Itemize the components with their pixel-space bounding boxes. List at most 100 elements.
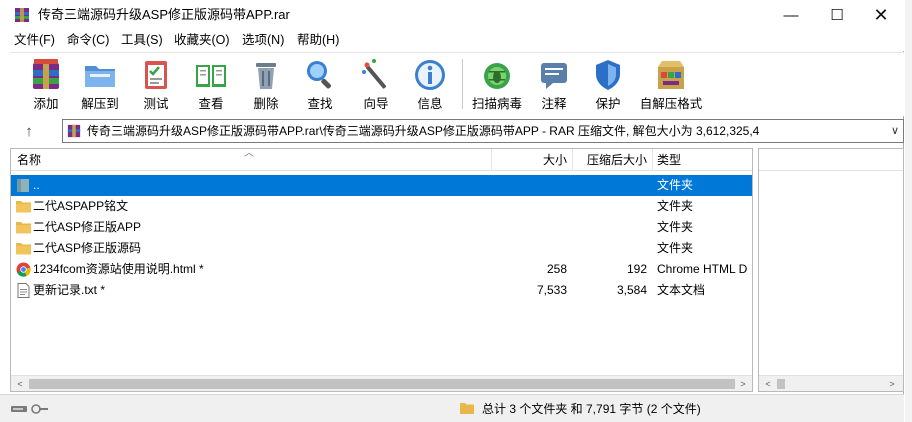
scan-virus-button[interactable]: 扫描病毒 (470, 55, 524, 113)
wizard-label: 向导 (363, 97, 389, 111)
close-button[interactable]: ✕ (858, 0, 904, 30)
file-size (491, 217, 567, 238)
file-name: 二代ASP修正版源码 (33, 241, 142, 255)
file-row[interactable]: 二代ASP修正版APP 文件夹 (11, 217, 752, 238)
menu-commands[interactable]: 命令(C) (67, 33, 109, 48)
folder-icon (460, 403, 474, 414)
menu-file[interactable]: 文件(F) (14, 33, 55, 48)
test-checklist-icon (145, 61, 167, 89)
file-row[interactable]: 二代ASP修正版源码 文件夹 (11, 238, 752, 259)
file-name: 1234fcom资源站使用说明.html * (33, 262, 204, 276)
scroll-right-arrow[interactable]: > (736, 377, 750, 391)
file-type: 文本文档 (657, 283, 706, 297)
sfx-label: 自解压格式 (639, 97, 703, 111)
comment-button[interactable]: 注释 (532, 55, 576, 113)
file-row[interactable]: 1234fcom资源站使用说明.html * 258 192 Chrome HTML … (11, 259, 752, 280)
minimize-button[interactable]: — (768, 0, 814, 30)
drive-key-icon (11, 404, 48, 414)
scroll-right-arrow[interactable]: > (885, 377, 899, 391)
file-packed-size (572, 217, 647, 238)
scan-virus-label: 扫描病毒 (471, 97, 522, 111)
trash-icon (256, 63, 276, 89)
menu-options[interactable]: 选项(N) (242, 33, 284, 48)
magnifier-icon (307, 61, 331, 89)
maximize-button[interactable]: ☐ (814, 0, 860, 30)
file-row[interactable]: 二代ASPAPP铭文 文件夹 (11, 196, 752, 217)
toolbar: 添加 解压到 测试 查看 删除 查找 向导 信息 扫描病毒 注释 保护 自解压格… (10, 52, 904, 116)
file-packed-size (572, 175, 647, 196)
info-label: 信息 (417, 97, 443, 111)
column-type[interactable]: 类型 (657, 149, 681, 171)
chevron-down-icon[interactable]: ∨ (891, 124, 899, 137)
file-type: 文件夹 (657, 199, 694, 213)
delete-label: 删除 (253, 97, 279, 111)
status-summary: 总计 3 个文件夹 和 7,791 字节 (2 个文件) (482, 402, 701, 416)
scroll-left-arrow[interactable]: < (13, 377, 27, 391)
extract-label: 解压到 (81, 97, 119, 111)
toolbar-separator (462, 59, 463, 109)
folder-icon (16, 220, 31, 235)
shield-icon (596, 60, 620, 90)
file-packed-size: 3,584 (616, 283, 647, 297)
background-window-edge (905, 0, 912, 422)
scroll-thumb[interactable] (29, 379, 735, 389)
column-divider[interactable] (652, 149, 653, 171)
window-title: 传奇三端源码升级ASP修正版源码带APP.rar (38, 7, 290, 22)
add-archive-icon (33, 59, 59, 89)
delete-button[interactable]: 删除 (244, 55, 288, 113)
protect-button[interactable]: 保护 (586, 55, 630, 113)
file-name: 更新记录.txt * (33, 283, 106, 297)
add-label: 添加 (33, 97, 59, 111)
column-size[interactable]: 大小 (491, 149, 567, 171)
file-name: 二代ASPAPP铭文 (33, 199, 129, 213)
info-pane-scrollbar[interactable]: < > (759, 375, 903, 391)
file-size (491, 175, 567, 196)
rar-archive-icon (67, 124, 81, 138)
find-label: 查找 (307, 97, 333, 111)
file-packed-size (572, 238, 647, 259)
comment-label: 注释 (541, 97, 567, 111)
file-name: .. (33, 178, 40, 192)
info-button[interactable]: 信息 (408, 55, 452, 113)
info-icon (415, 60, 445, 90)
file-row[interactable]: .. 文件夹 (11, 175, 752, 196)
title-bar[interactable]: 传奇三端源码升级ASP修正版源码带APP.rar — ☐ ✕ (0, 0, 904, 30)
column-name[interactable]: 名称 (17, 149, 41, 171)
protect-label: 保护 (595, 97, 621, 111)
info-pane: < > (758, 148, 904, 392)
test-button[interactable]: 测试 (134, 55, 178, 113)
path-combobox[interactable]: 传奇三端源码升级ASP修正版源码带APP.rar\传奇三端源码升级ASP修正版源… (62, 119, 904, 143)
extract-button[interactable]: 解压到 (78, 55, 122, 113)
scroll-left-arrow[interactable]: < (761, 377, 775, 391)
magic-wand-icon (362, 59, 387, 89)
chrome-icon (16, 262, 31, 277)
add-button[interactable]: 添加 (24, 55, 68, 113)
file-type: 文件夹 (657, 220, 694, 234)
column-packed-size[interactable]: 压缩后大小 (572, 149, 647, 171)
virus-bug-icon (484, 63, 510, 89)
wizard-button[interactable]: 向导 (354, 55, 398, 113)
winrar-app-icon (15, 8, 29, 22)
view-book-icon (196, 65, 226, 87)
file-row[interactable]: 更新记录.txt * 7,533 3,584 文本文档 (11, 280, 752, 301)
archive-path-text: 传奇三端源码升级ASP修正版源码带APP.rar\传奇三端源码升级ASP修正版源… (87, 124, 760, 138)
file-type: 文件夹 (657, 178, 694, 192)
file-name: 二代ASP修正版APP (33, 220, 142, 234)
find-button[interactable]: 查找 (298, 55, 342, 113)
parent-folder-icon (16, 178, 31, 193)
horizontal-scrollbar[interactable]: < > (11, 375, 752, 391)
up-one-level-button[interactable]: ↑ (18, 120, 40, 142)
menu-help[interactable]: 帮助(H) (297, 33, 339, 48)
sfx-button[interactable]: 自解压格式 (638, 55, 704, 113)
view-button[interactable]: 查看 (188, 55, 234, 113)
folder-icon (16, 241, 31, 256)
text-file-icon (16, 283, 31, 298)
address-bar: ↑ 传奇三端源码升级ASP修正版源码带APP.rar\传奇三端源码升级ASP修正… (10, 118, 904, 144)
comment-icon (541, 63, 567, 89)
menu-tools[interactable]: 工具(S) (121, 33, 163, 48)
menu-favorites[interactable]: 收藏夹(O) (174, 33, 230, 48)
status-bar: 总计 3 个文件夹 和 7,791 字节 (2 个文件) (0, 394, 904, 422)
scroll-thumb[interactable] (777, 379, 785, 389)
file-type: 文件夹 (657, 241, 694, 255)
file-packed-size: 192 (626, 262, 647, 276)
